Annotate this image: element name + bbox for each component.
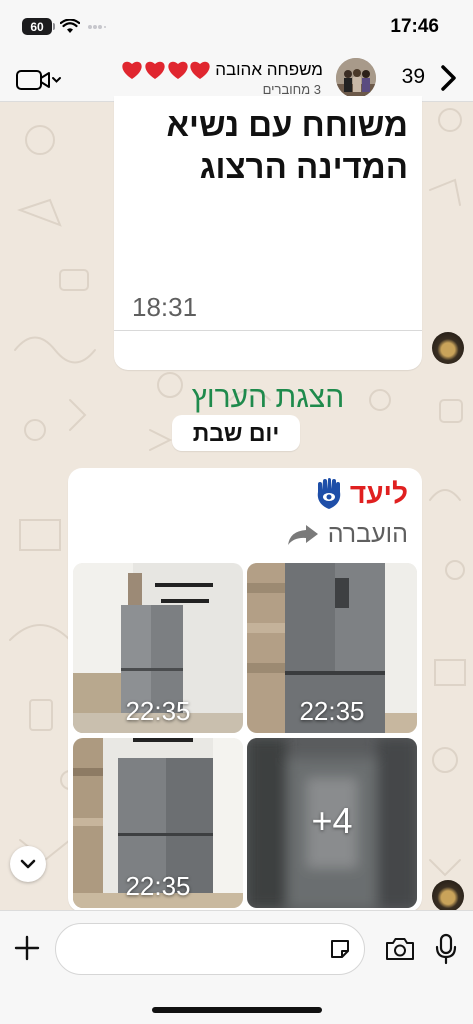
sender-name[interactable]: ליעד	[350, 478, 408, 510]
wifi-icon	[60, 19, 80, 33]
card-divider	[114, 330, 422, 331]
microphone-icon[interactable]	[434, 933, 458, 965]
message-input[interactable]	[55, 923, 365, 975]
album-photo-2[interactable]: 22:35	[247, 563, 417, 733]
sender-row: ליעד	[314, 478, 408, 510]
forwarded-row: הועברה	[286, 520, 408, 549]
group-avatar[interactable]	[336, 58, 376, 98]
back-chevron-icon[interactable]	[437, 63, 459, 93]
unread-count[interactable]: 39	[402, 65, 425, 89]
message-input-bar	[0, 910, 473, 1024]
photo-time: 22:35	[125, 871, 191, 901]
channel-message-card[interactable]: משוחח עם נשיא המדינה הרצוג 18:31 הצגת הע…	[114, 96, 422, 414]
channel-message-text: משוחח עם נשיא המדינה הרצוג	[166, 106, 409, 185]
camera-icon[interactable]	[385, 936, 415, 962]
more-photos-count: +4	[311, 800, 353, 841]
album-photo-3[interactable]: 22:35	[73, 738, 243, 908]
status-left: 60	[22, 18, 106, 35]
forwarded-label: הועברה	[327, 520, 408, 548]
home-indicator	[152, 1007, 322, 1013]
date-separator-label: יום שבת	[192, 419, 280, 446]
message-time: 18:31	[132, 292, 198, 322]
chat-header: משפחה אהובה 3 מחוברים 39	[0, 55, 473, 102]
photo-time: 22:35	[125, 696, 191, 726]
date-separator: יום שבת	[172, 415, 300, 451]
red-heart-icon	[122, 61, 210, 79]
sticker-icon[interactable]	[328, 937, 352, 961]
album-more-photos[interactable]: +4	[247, 738, 417, 908]
video-call-icon[interactable]	[16, 68, 62, 92]
hamsa-icon	[317, 478, 341, 509]
chat-screen: 60 17:46 משפחה אהובה 3 מחוברים 39 משוחח …	[0, 0, 473, 1024]
photo-time: 22:35	[299, 696, 365, 726]
group-photo	[336, 58, 376, 98]
forwarded-album-message[interactable]: ליעד הועברה 22:35 22:35 22:35 +4	[68, 468, 422, 912]
status-bar: 60 17:46	[0, 0, 473, 55]
battery-level: 60	[30, 19, 44, 34]
view-channel-button[interactable]: הצגת הערוץ	[114, 381, 422, 415]
scroll-to-bottom-button[interactable]	[10, 846, 46, 882]
plus-icon[interactable]	[14, 935, 40, 961]
status-time: 17:46	[390, 16, 439, 37]
sender-avatar[interactable]	[432, 332, 464, 364]
group-name: משפחה אהובה	[215, 60, 323, 79]
forward-arrow-icon	[287, 524, 318, 545]
cellular-icon	[88, 24, 106, 29]
chevron-down-icon	[20, 859, 36, 869]
battery-indicator: 60	[22, 18, 55, 35]
group-subtitle: 3 מחוברים	[262, 82, 321, 97]
album-photo-1[interactable]: 22:35	[73, 563, 243, 733]
sender-avatar[interactable]	[432, 880, 464, 912]
heart-emojis	[121, 59, 211, 81]
group-title-row[interactable]: משפחה אהובה	[121, 59, 323, 81]
